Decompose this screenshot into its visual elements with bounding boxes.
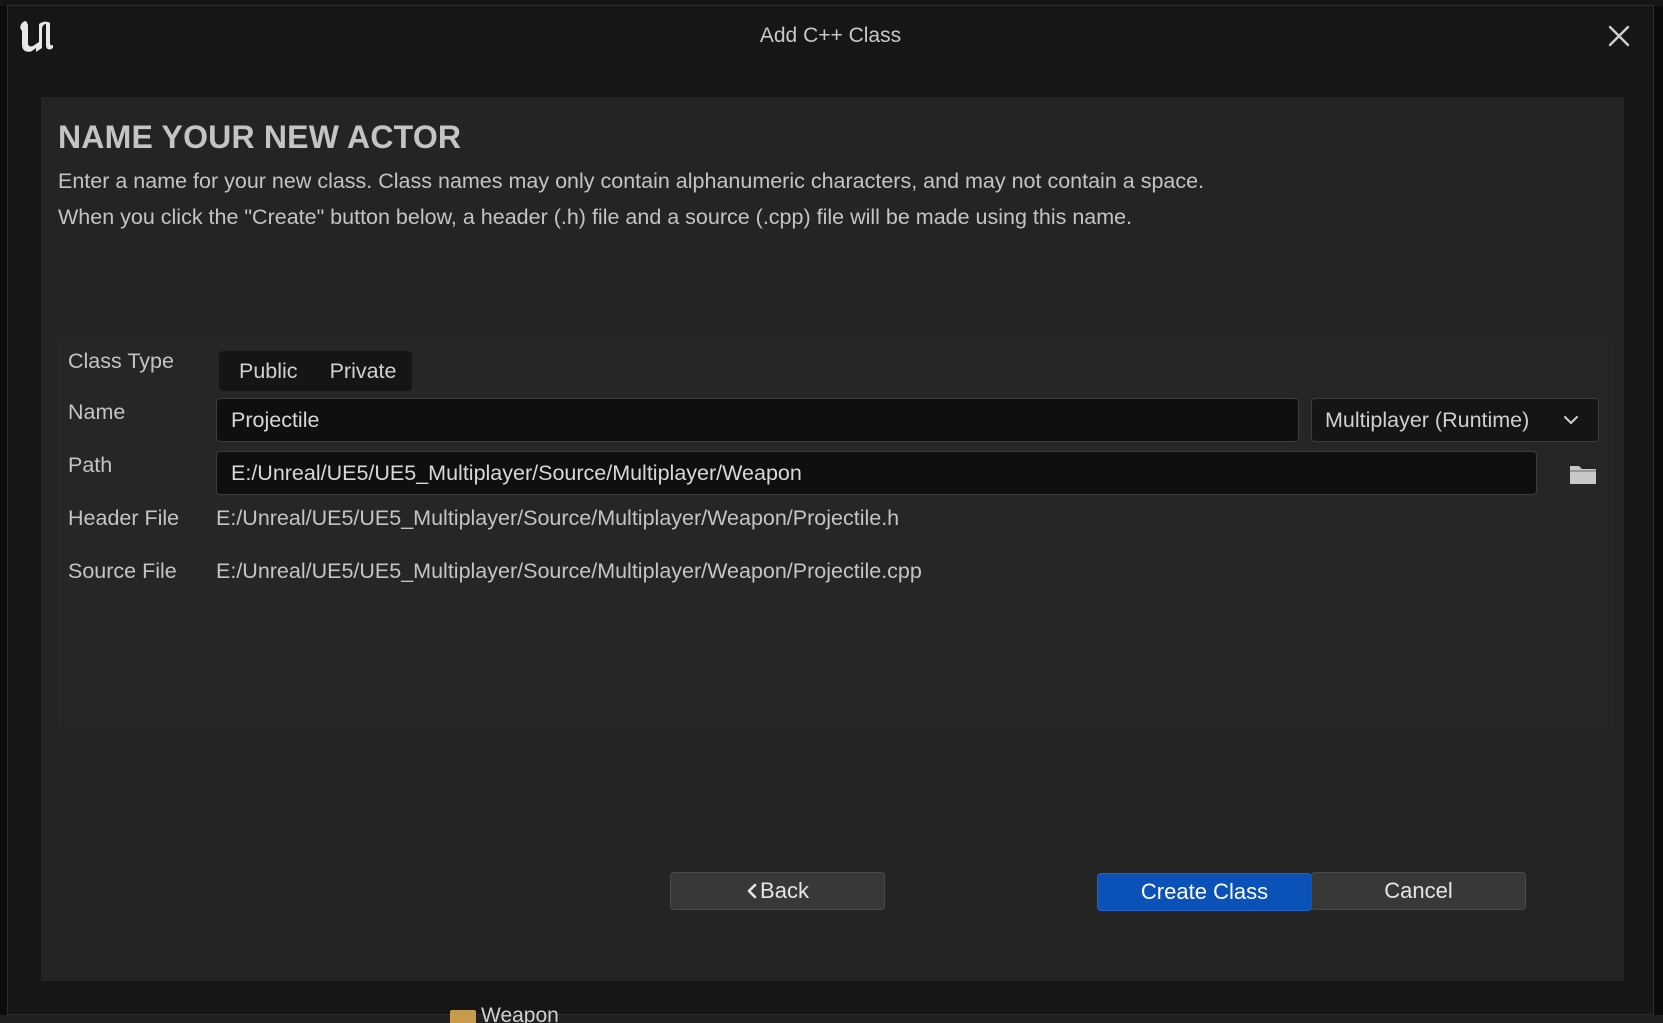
description-line-2: When you click the "Create" button below… xyxy=(58,205,1133,229)
class-type-private-button[interactable]: Private xyxy=(314,351,413,391)
path-label: Path xyxy=(68,453,113,477)
source-file-value: E:/Unreal/UE5/UE5_Multiplayer/Source/Mul… xyxy=(216,559,922,583)
path-input[interactable] xyxy=(216,451,1537,495)
add-cpp-class-dialog: Add C++ Class NAME YOUR NEW ACTOR Enter … xyxy=(7,5,1654,1015)
dialog-title: Add C++ Class xyxy=(759,24,902,47)
close-icon[interactable] xyxy=(1605,22,1633,50)
class-type-label: Class Type xyxy=(68,349,174,373)
page-title: NAME YOUR NEW ACTOR xyxy=(58,119,462,155)
dialog-titlebar: Add C++ Class xyxy=(8,6,1653,64)
module-dropdown-value: Multiplayer (Runtime) xyxy=(1325,407,1530,432)
cancel-button[interactable]: Cancel xyxy=(1311,872,1526,910)
module-dropdown[interactable]: Multiplayer (Runtime) xyxy=(1311,398,1599,442)
chevron-down-icon xyxy=(1564,416,1578,424)
class-type-public-button[interactable]: Public xyxy=(219,351,314,391)
header-file-value: E:/Unreal/UE5/UE5_Multiplayer/Source/Mul… xyxy=(216,506,900,530)
back-button[interactable]: Back xyxy=(670,872,885,910)
create-class-button[interactable]: Create Class xyxy=(1097,873,1312,911)
header-file-label: Header File xyxy=(68,506,180,530)
class-name-input[interactable] xyxy=(216,398,1299,442)
name-label: Name xyxy=(68,400,126,424)
browse-folder-icon[interactable] xyxy=(1568,461,1598,487)
class-type-toggle: Public Private xyxy=(219,351,413,391)
description-line-1: Enter a name for your new class. Class n… xyxy=(58,169,1205,193)
source-file-label: Source File xyxy=(68,559,177,583)
background-folder-label: Weapon xyxy=(481,1004,559,1023)
background-content-browser-strip xyxy=(0,1015,1663,1023)
content-panel: NAME YOUR NEW ACTOR Enter a name for you… xyxy=(41,97,1624,981)
class-form: Class Type Public Private Name Multiplay… xyxy=(58,341,1613,727)
back-button-label: Back xyxy=(760,878,809,903)
folder-icon xyxy=(450,1010,476,1023)
chevron-left-icon xyxy=(747,883,757,899)
